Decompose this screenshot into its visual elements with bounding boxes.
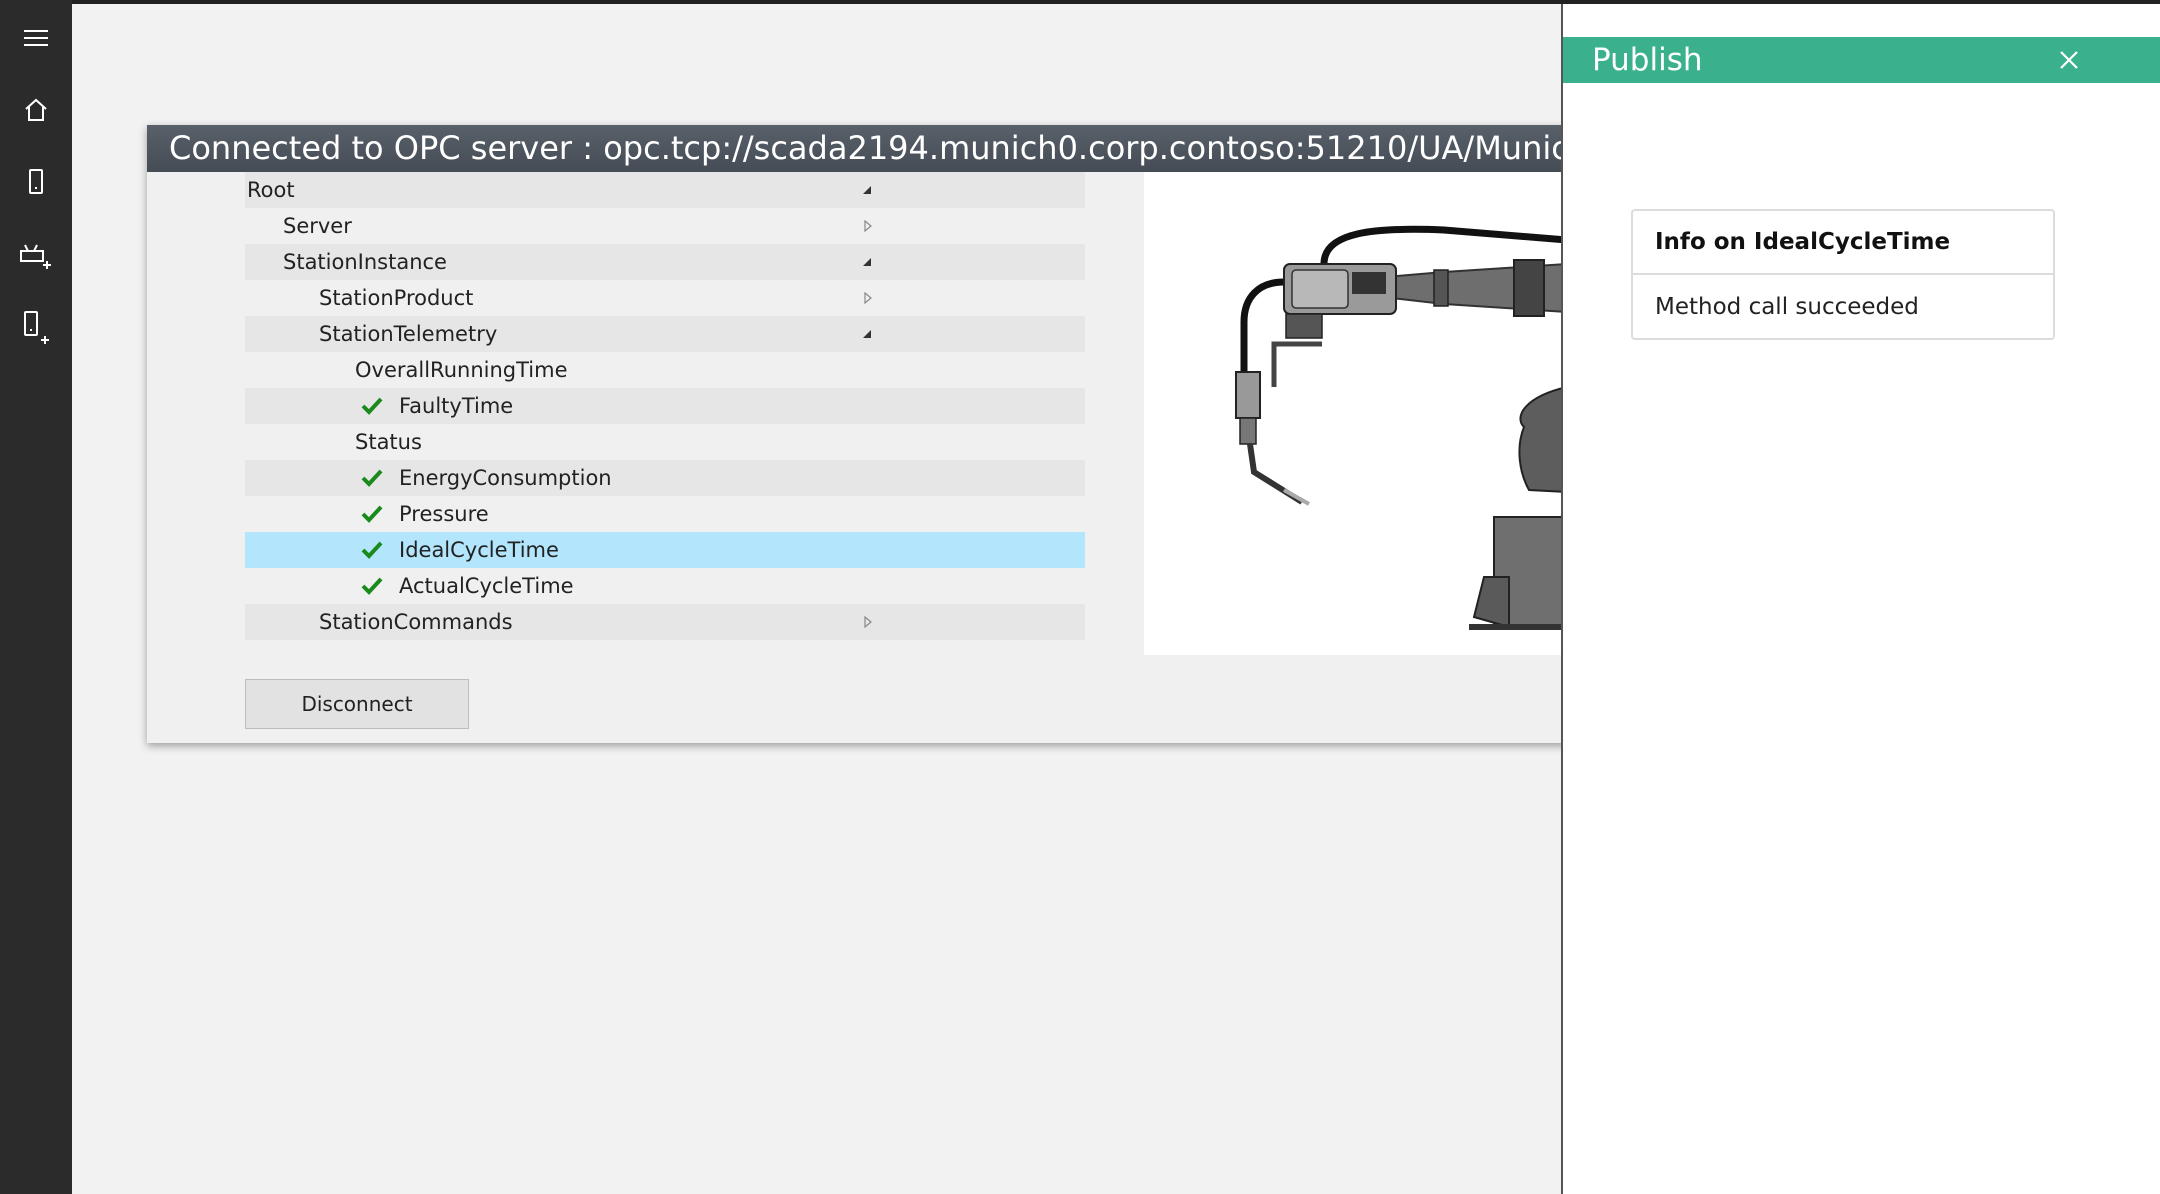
tree-node-label: StationTelemetry <box>319 322 498 346</box>
checkmark-icon <box>361 541 383 559</box>
tree-node-label: OverallRunningTime <box>355 358 568 382</box>
tree-node-pressure[interactable]: Pressure <box>245 496 1085 532</box>
checkmark-icon <box>361 397 383 415</box>
hamburger-menu-icon[interactable] <box>18 20 54 56</box>
tree-node-stationcommands[interactable]: StationCommands <box>245 604 1085 640</box>
collapsed-arrow-icon[interactable] <box>857 216 877 236</box>
tree-node-label: FaultyTime <box>399 394 514 418</box>
expanded-arrow-icon[interactable] <box>857 180 877 200</box>
tree-node-stationproduct[interactable]: StationProduct <box>245 280 1085 316</box>
tree-node-label: Root <box>247 178 295 202</box>
expanded-arrow-icon[interactable] <box>857 324 877 344</box>
info-card-title: Info on IdealCycleTime <box>1633 211 2053 275</box>
close-icon[interactable] <box>2052 43 2086 77</box>
expanded-arrow-icon[interactable] <box>857 252 877 272</box>
robot-station-image <box>1144 172 1567 655</box>
tree-node-label: IdealCycleTime <box>399 538 559 562</box>
home-icon[interactable] <box>18 92 54 128</box>
info-card: Info on IdealCycleTime Method call succe… <box>1631 209 2055 340</box>
tree-node-stationinstance[interactable]: StationInstance <box>245 244 1085 280</box>
opc-node-tree: Root Server StationInstance StationProdu… <box>245 172 1085 640</box>
device-icon[interactable] <box>18 164 54 200</box>
tree-node-idealcycletime[interactable]: IdealCycleTime <box>245 532 1085 568</box>
publish-panel: Publish Info on IdealCycleTime Method ca… <box>1561 4 2160 1194</box>
tree-node-overallrunningtime[interactable]: OverallRunningTime <box>245 352 1085 388</box>
tree-node-label: EnergyConsumption <box>399 466 612 490</box>
tree-node-label: StationInstance <box>283 250 447 274</box>
tree-node-label: Status <box>355 430 422 454</box>
disconnect-button[interactable]: Disconnect <box>245 679 469 729</box>
tree-node-label: StationCommands <box>319 610 513 634</box>
tree-node-faultytime[interactable]: FaultyTime <box>245 388 1085 424</box>
checkmark-icon <box>361 505 383 523</box>
tree-node-label: Server <box>283 214 352 238</box>
tree-node-stationtelemetry[interactable]: StationTelemetry <box>245 316 1085 352</box>
collapsed-arrow-icon[interactable] <box>857 288 877 308</box>
tree-node-server[interactable]: Server <box>245 208 1085 244</box>
opc-browser-card: Connected to OPC server : opc.tcp://scad… <box>147 125 1567 743</box>
nav-rail <box>0 0 72 1194</box>
collapsed-arrow-icon[interactable] <box>857 612 877 632</box>
publish-panel-header: Publish <box>1563 37 2160 83</box>
tree-node-label: ActualCycleTime <box>399 574 574 598</box>
tree-node-actualcycletime[interactable]: ActualCycleTime <box>245 568 1085 604</box>
tree-node-label: StationProduct <box>319 286 474 310</box>
tree-node-root[interactable]: Root <box>245 172 1085 208</box>
tree-node-energyconsumption[interactable]: EnergyConsumption <box>245 460 1085 496</box>
checkmark-icon <box>361 577 383 595</box>
tree-node-label: Pressure <box>399 502 489 526</box>
info-card-message: Method call succeeded <box>1655 294 1919 320</box>
panel-title: Publish <box>1592 42 1703 78</box>
add-device-icon[interactable] <box>18 310 54 346</box>
add-gateway-icon[interactable] <box>18 238 54 274</box>
tree-node-status[interactable]: Status <box>245 424 1085 460</box>
welding-robot-illustration <box>1235 225 1567 630</box>
checkmark-icon <box>361 469 383 487</box>
connection-status-header: Connected to OPC server : opc.tcp://scad… <box>147 125 1567 172</box>
